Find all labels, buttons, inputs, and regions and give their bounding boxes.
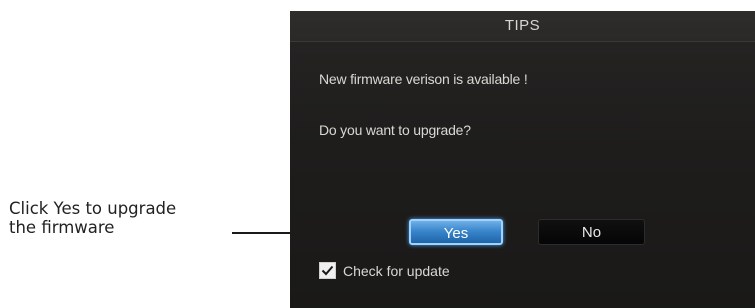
callout-text: Click Yes to upgrade the firmware (9, 199, 239, 237)
check-for-update-label: Check for update (343, 263, 450, 279)
no-button[interactable]: No (538, 219, 645, 245)
callout-line-2: the firmware (9, 218, 115, 237)
tips-dialog: TIPS New firmware verison is available !… (290, 11, 755, 308)
checkmark-icon (321, 265, 334, 276)
upgrade-question: Do you want to upgrade? (319, 122, 471, 138)
yes-button[interactable]: Yes (409, 219, 503, 245)
firmware-available-message: New firmware verison is available ! (319, 71, 528, 87)
dialog-title: TIPS (290, 11, 755, 42)
callout-line-1: Click Yes to upgrade (9, 199, 177, 218)
check-for-update-checkbox[interactable] (319, 262, 336, 279)
